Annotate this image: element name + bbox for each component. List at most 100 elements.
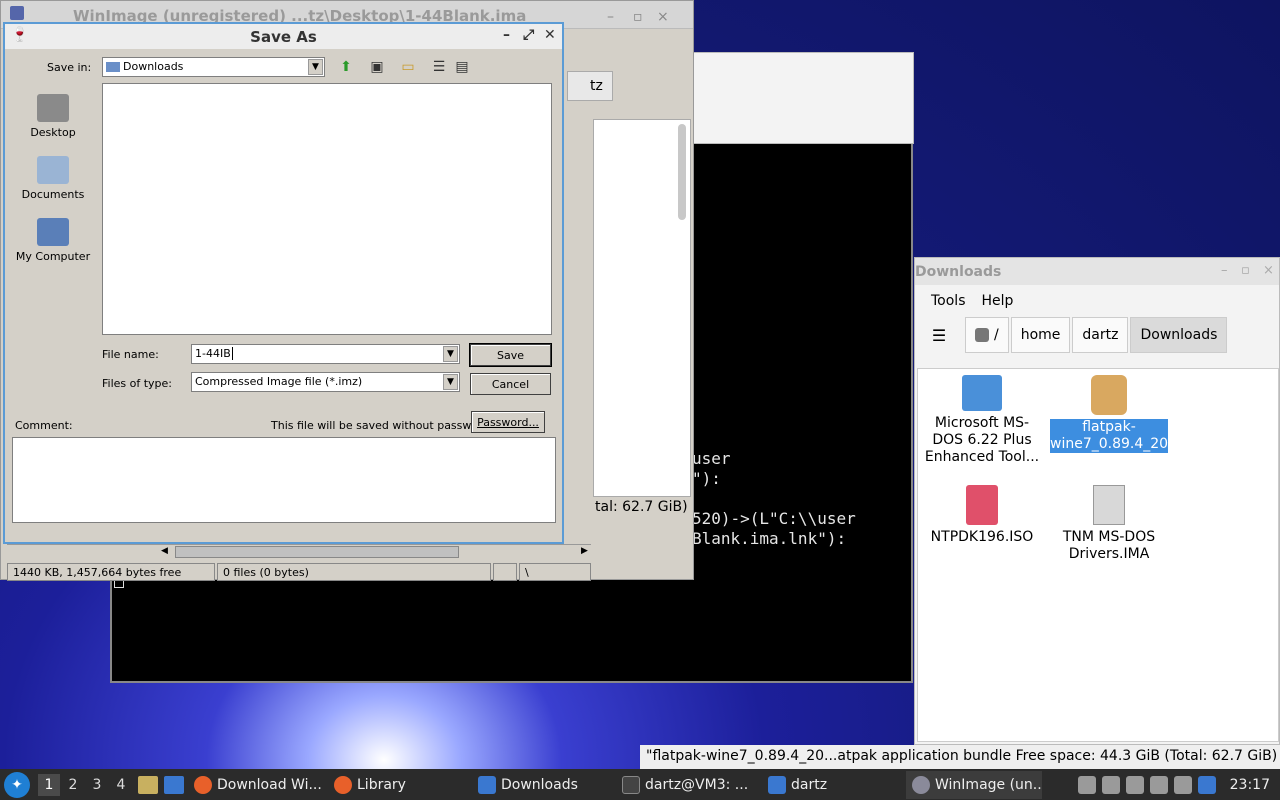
file-type-value: Compressed Image file (*.imz) — [195, 375, 363, 388]
task-library[interactable]: Library — [328, 771, 468, 799]
file-item[interactable]: Microsoft MS-DOS 6.22 Plus Enhanced Tool… — [922, 375, 1042, 466]
place-documents[interactable]: Documents — [13, 156, 93, 201]
system-tray: 23:17 — [1077, 775, 1270, 794]
task-terminal[interactable]: dartz@VM3: ... — [616, 771, 758, 799]
minimize-icon[interactable]: – — [1221, 263, 1228, 278]
breadcrumb-dartz[interactable]: dartz — [1072, 317, 1129, 353]
file-name-field[interactable]: 1-44IB ▼ — [191, 344, 460, 364]
eject-icon[interactable] — [1077, 775, 1096, 794]
firefox-icon — [334, 775, 352, 794]
file-view[interactable]: Microsoft MS-DOS 6.22 Plus Enhanced Tool… — [917, 368, 1279, 742]
breadcrumb: ☰ / home dartz Downloads — [915, 317, 1279, 353]
save-in-select[interactable]: Downloads ▼ — [102, 57, 325, 77]
place-desktop[interactable]: Desktop — [13, 94, 93, 139]
documents-icon — [37, 156, 69, 184]
file-item-selected[interactable]: flatpak-wine7_0.89.4_20221107.flatpak — [1049, 375, 1274, 453]
workspace-3[interactable]: 3 — [86, 774, 108, 796]
password-note: This file will be saved without password — [271, 419, 490, 432]
close-icon[interactable]: × — [1263, 263, 1274, 278]
close-icon[interactable]: × — [657, 9, 669, 25]
scroll-thumb[interactable] — [175, 546, 459, 558]
winimage-icon — [912, 775, 930, 794]
chevron-down-icon[interactable]: ▼ — [443, 374, 458, 390]
tab-fragment[interactable]: tz — [567, 71, 613, 101]
close-icon[interactable]: ✕ — [544, 27, 556, 43]
list-toggle-icon[interactable]: ☰ — [915, 317, 963, 353]
wine-glass-icon: 🍷 — [11, 27, 29, 43]
binary-file-icon — [1093, 485, 1125, 525]
file-label: TNM MS-DOS Drivers.IMA — [1062, 529, 1156, 562]
file-item[interactable]: TNM MS-DOS Drivers.IMA — [1049, 485, 1169, 563]
chevron-down-icon[interactable]: ▼ — [443, 346, 458, 362]
task-label: WinImage (un... — [935, 776, 1042, 793]
cancel-button[interactable]: Cancel — [470, 373, 551, 395]
comment-textarea[interactable] — [12, 437, 556, 523]
details-view-icon[interactable]: ▤ — [452, 58, 472, 76]
background-window — [686, 52, 914, 144]
place-label: Documents — [21, 188, 85, 201]
list-view-icon[interactable]: ☰ — [429, 58, 449, 76]
up-folder-icon[interactable]: ⬆ — [336, 58, 356, 76]
new-folder-icon[interactable]: ▭ — [398, 58, 418, 76]
file-list[interactable] — [593, 119, 691, 497]
terminal-icon — [622, 775, 640, 794]
task-winimage[interactable]: WinImage (un... — [906, 770, 1042, 799]
task-downloads[interactable]: Downloads — [472, 771, 612, 799]
workspace-2[interactable]: 2 — [62, 774, 84, 796]
scroll-right-icon[interactable]: ▶ — [581, 546, 593, 558]
breadcrumb-home[interactable]: home — [1010, 317, 1071, 353]
notification-icon[interactable] — [1197, 775, 1216, 794]
menu-tools[interactable]: Tools — [931, 293, 966, 309]
volume-icon[interactable] — [1101, 775, 1120, 794]
file-manager-launcher-icon[interactable] — [138, 775, 158, 794]
dialog-file-list[interactable] — [102, 83, 552, 335]
task-label: dartz@VM3: ... — [645, 776, 749, 793]
save-as-dialog[interactable]: 🍷 Save As – ⤢ ✕ Save in: Downloads ▼ ⬆ ▣… — [3, 22, 564, 544]
place-label: Desktop — [30, 126, 76, 139]
status-files: 0 files (0 bytes) — [217, 563, 491, 581]
status-free: 1440 KB, 1,457,664 bytes free — [7, 563, 215, 581]
breadcrumb-root[interactable]: / — [965, 317, 1009, 353]
file-manager-window[interactable]: Downloads – ▫ × Tools Help ☰ / home dart… — [914, 257, 1280, 745]
update-icon[interactable] — [1173, 775, 1192, 794]
package-icon — [1091, 375, 1127, 415]
horizontal-scrollbar[interactable]: ◀ ▶ — [7, 544, 591, 560]
save-in-label: Save in: — [47, 61, 92, 74]
show-desktop-icon[interactable] — [164, 775, 184, 794]
network-icon[interactable] — [1125, 775, 1144, 794]
places-bar: Desktop Documents My Computer — [13, 90, 99, 274]
clipboard-icon[interactable] — [1149, 775, 1168, 794]
minimize-icon[interactable]: – — [503, 27, 510, 43]
maximize-icon[interactable]: ▫ — [633, 9, 643, 25]
file-name-value: 1-44IB — [195, 347, 231, 360]
folder-icon — [962, 375, 1002, 411]
chevron-down-icon[interactable]: ▼ — [308, 59, 323, 75]
scrollbar[interactable] — [678, 124, 686, 220]
maximize-icon[interactable]: ▫ — [1241, 263, 1250, 278]
file-type-select[interactable]: Compressed Image file (*.imz) ▼ — [191, 372, 460, 392]
task-label: dartz — [791, 776, 828, 793]
desktop-nav-icon[interactable]: ▣ — [367, 58, 387, 76]
task-label: Library — [357, 776, 406, 793]
save-button[interactable]: Save — [470, 344, 551, 366]
clock[interactable]: 23:17 — [1230, 777, 1270, 793]
workspace-4[interactable]: 4 — [110, 774, 132, 796]
breadcrumb-downloads[interactable]: Downloads — [1130, 317, 1228, 353]
file-label: Microsoft MS-DOS 6.22 Plus Enhanced Tool… — [924, 415, 1040, 465]
task-dartz[interactable]: dartz — [762, 771, 902, 799]
menu-help[interactable]: Help — [982, 293, 1014, 309]
folder-icon — [768, 775, 786, 794]
task-download-wi[interactable]: Download Wi... — [188, 771, 324, 799]
dialog-titlebar[interactable]: 🍷 Save As – ⤢ ✕ — [5, 24, 562, 49]
status-path: \ — [519, 563, 591, 581]
password-button[interactable]: Password... — [471, 411, 545, 433]
drive-icon — [975, 328, 989, 342]
scroll-left-icon[interactable]: ◀ — [161, 546, 173, 558]
file-item[interactable]: NTPDK196.ISO — [922, 485, 1042, 546]
start-menu-icon[interactable]: ✦ — [4, 771, 30, 798]
place-my-computer[interactable]: My Computer — [13, 218, 93, 263]
dialog-title: Save As — [250, 27, 317, 46]
workspace-1[interactable]: 1 — [38, 773, 60, 796]
maximize-icon[interactable]: ⤢ — [523, 27, 534, 43]
minimize-icon[interactable]: – — [607, 9, 614, 25]
